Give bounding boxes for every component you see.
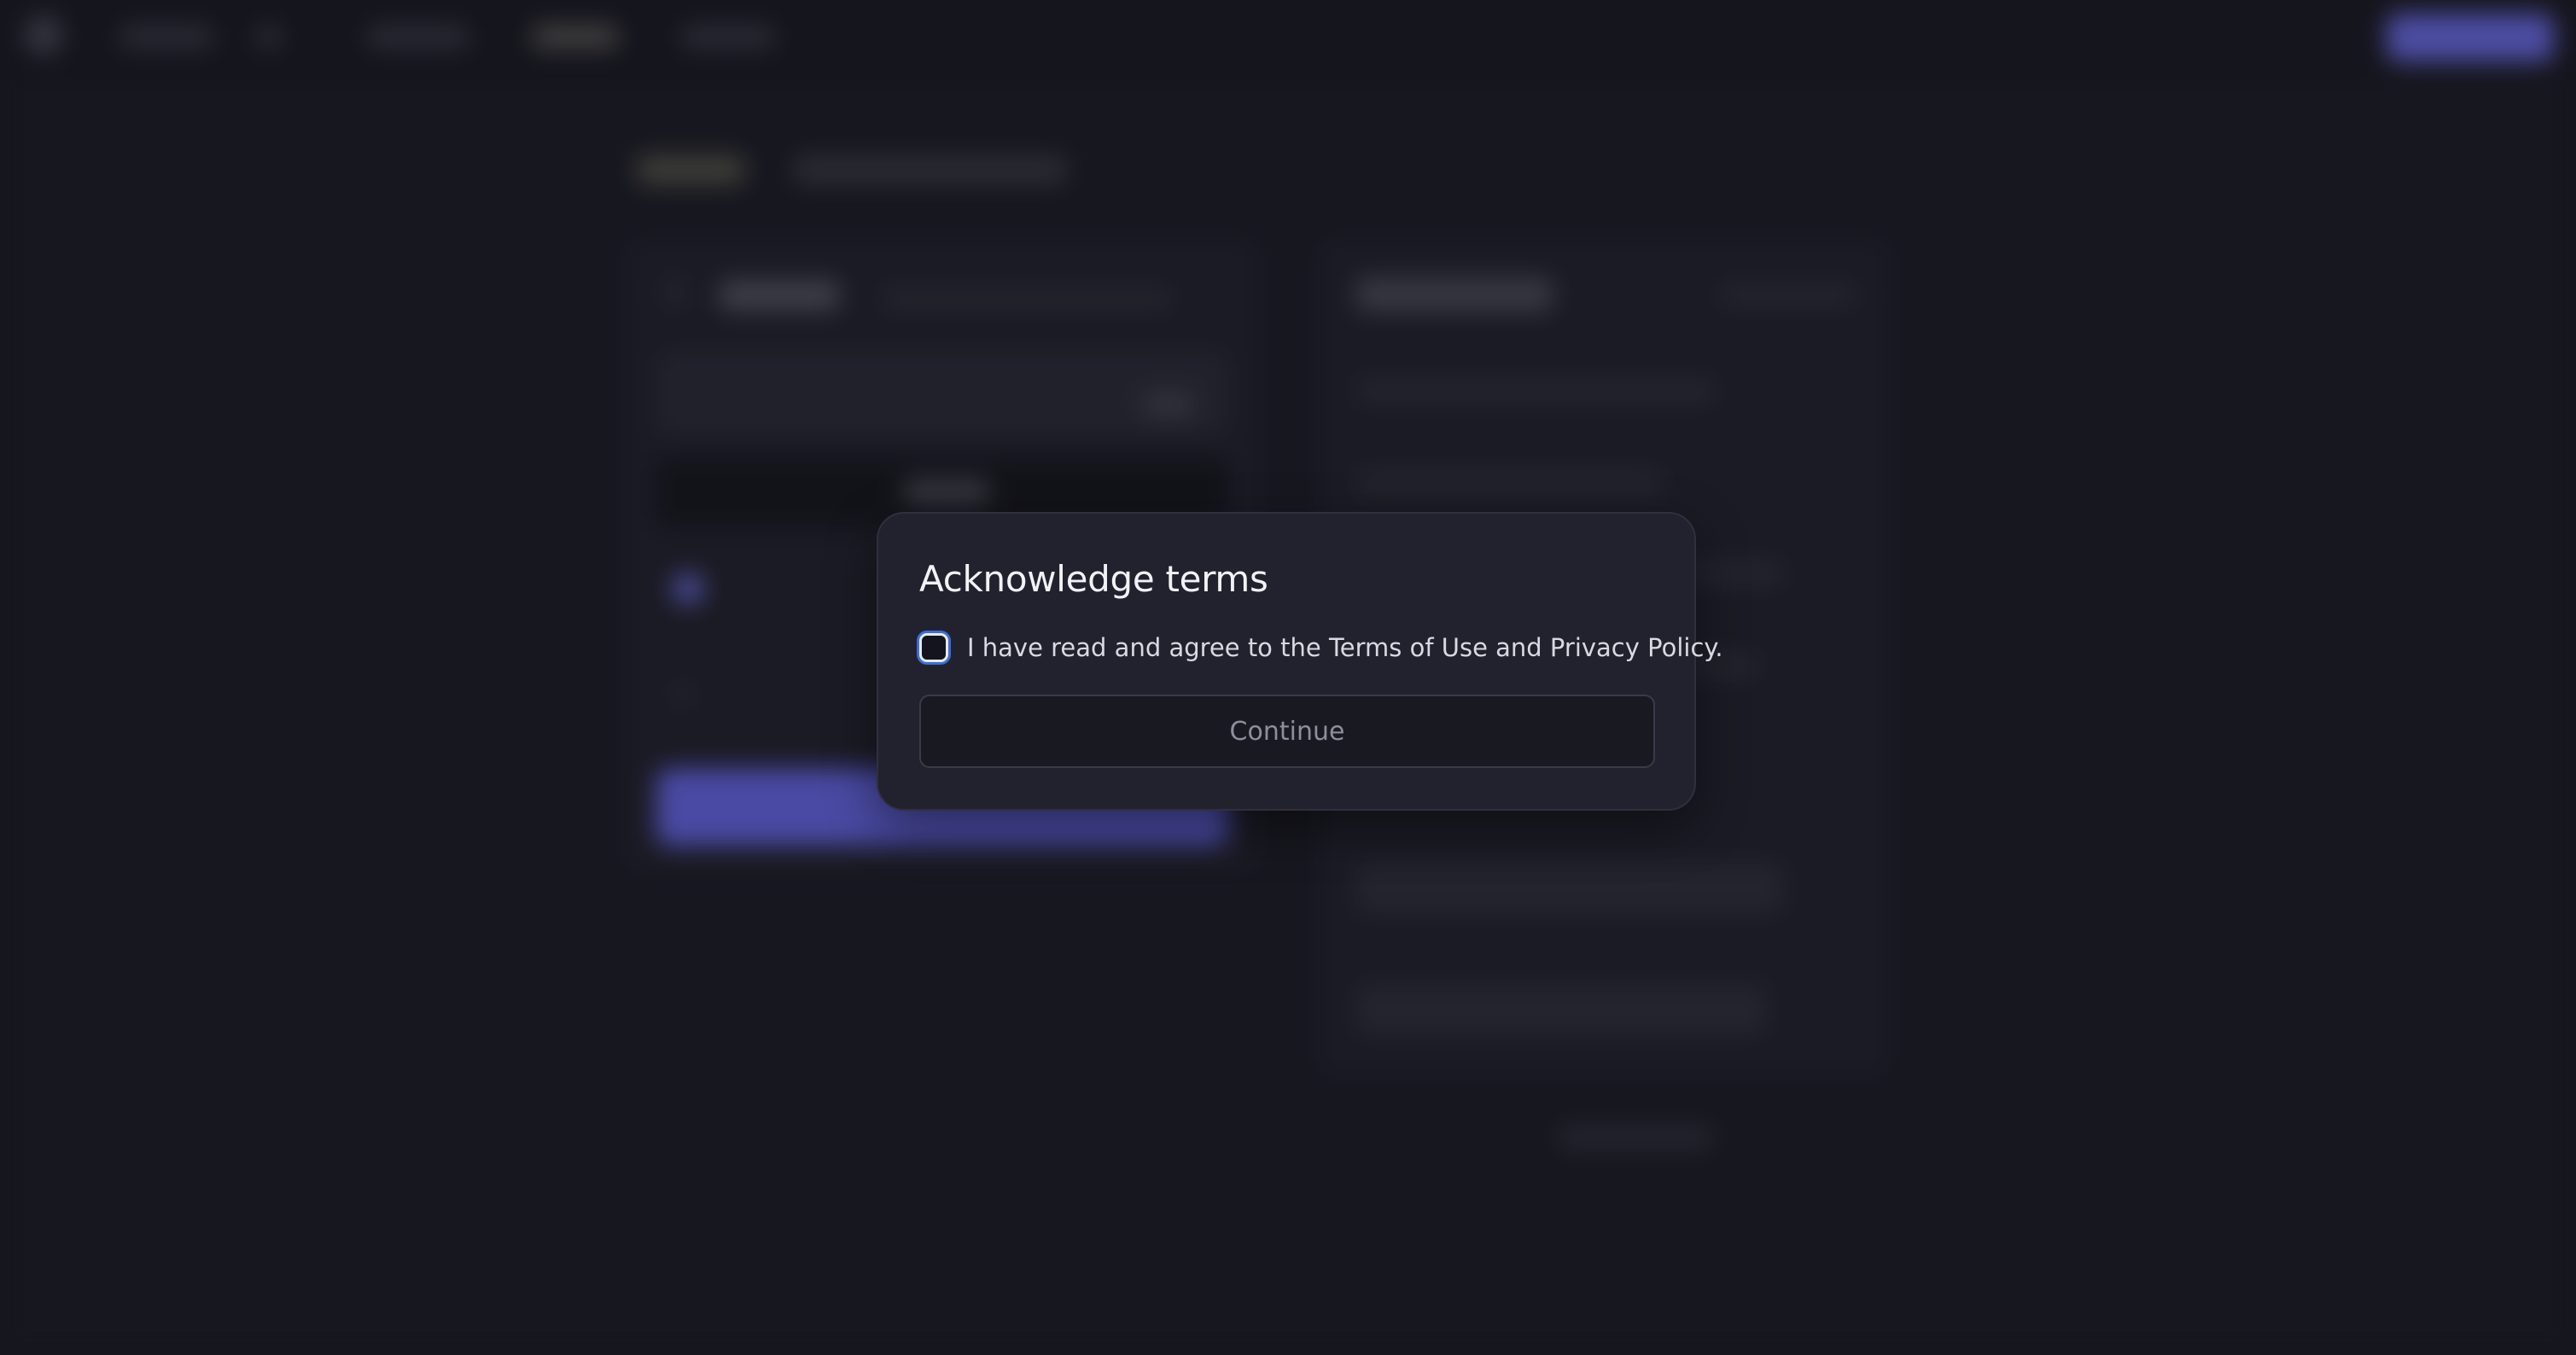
dialog-title: Acknowledge terms <box>919 558 1268 600</box>
continue-button[interactable]: Continue <box>919 695 1655 768</box>
terms-agreement-label: I have read and agree to the Terms of Us… <box>967 633 1723 662</box>
acknowledge-terms-dialog: Acknowledge terms I have read and agree … <box>877 512 1723 811</box>
terms-checkbox[interactable] <box>919 633 948 662</box>
terms-agreement-row[interactable]: I have read and agree to the Terms of Us… <box>919 633 1723 662</box>
